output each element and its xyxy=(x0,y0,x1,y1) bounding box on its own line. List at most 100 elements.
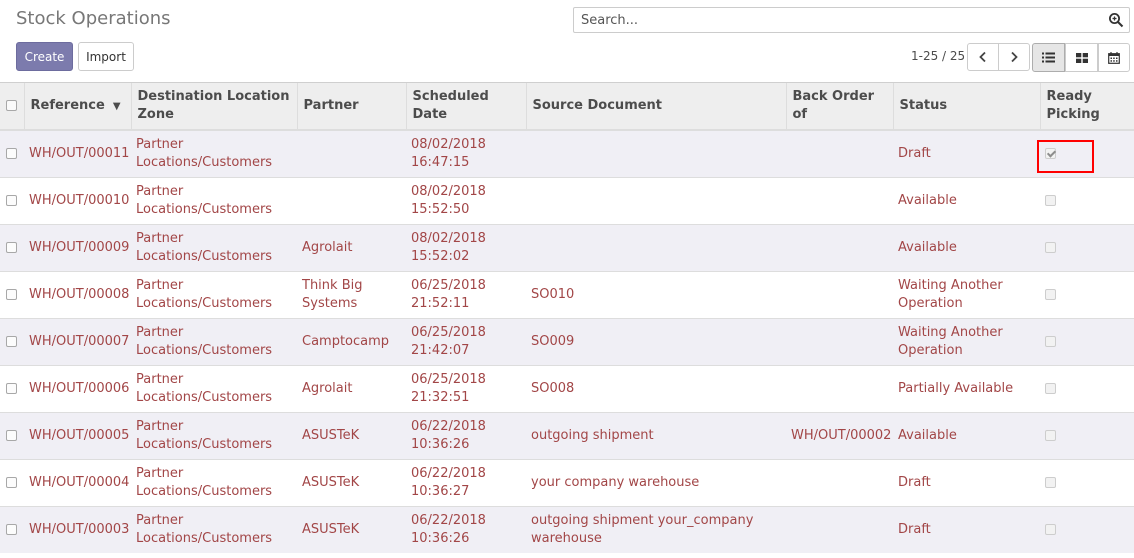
back-order-cell xyxy=(786,176,893,224)
partner-cell xyxy=(297,129,406,177)
scheduled-date-cell: 06/22/2018 10:36:26 xyxy=(406,411,526,459)
row-select-cell xyxy=(0,364,24,412)
scheduled-date-cell: 06/22/2018 10:36:27 xyxy=(406,458,526,506)
table-row[interactable]: WH/OUT/00004 Partner Locations/Customers… xyxy=(0,458,1134,506)
row-checkbox[interactable] xyxy=(6,523,17,535)
row-select-cell xyxy=(0,458,24,506)
table-row[interactable]: WH/OUT/00011 Partner Locations/Customers… xyxy=(0,129,1134,177)
column-header-reference[interactable]: Reference ▼ xyxy=(23,83,131,131)
ready-picking-cell xyxy=(1040,270,1134,318)
kanban-view-icon xyxy=(1075,52,1088,63)
table-row[interactable]: WH/OUT/00006 Partner Locations/Customers… xyxy=(0,364,1134,412)
select-all-checkbox[interactable] xyxy=(6,100,17,111)
reference-cell: WH/OUT/00003 xyxy=(24,505,131,553)
source-document-cell: outgoing shipment xyxy=(526,411,786,459)
reference-cell: WH/OUT/00010 xyxy=(24,176,131,224)
destination-cell: Partner Locations/Customers xyxy=(131,458,297,506)
partner-cell: Agrolait xyxy=(297,364,406,412)
chevron-left-icon xyxy=(979,51,986,63)
scheduled-date-cell: 08/02/2018 15:52:02 xyxy=(406,223,526,271)
source-document-cell: SO008 xyxy=(526,364,786,412)
row-select-cell xyxy=(0,129,24,177)
source-document-cell xyxy=(526,129,786,177)
back-order-cell xyxy=(786,364,893,412)
table-row[interactable]: WH/OUT/00003 Partner Locations/Customers… xyxy=(0,505,1134,553)
row-checkbox[interactable] xyxy=(6,476,17,488)
row-select-cell xyxy=(0,411,24,459)
destination-cell: Partner Locations/Customers xyxy=(131,176,297,224)
partner-cell: ASUSTeK xyxy=(297,458,406,506)
source-document-cell: SO010 xyxy=(526,270,786,318)
pager-value[interactable]: 1-25 / 25 xyxy=(911,49,965,63)
row-checkbox[interactable] xyxy=(6,288,17,300)
status-cell: Available xyxy=(893,223,1040,271)
destination-cell: Partner Locations/Customers xyxy=(131,364,297,412)
ready-picking-checkbox xyxy=(1045,476,1056,488)
control-panel: Stock Operations Create Import 1-25 / 25 xyxy=(0,0,1134,82)
calendar-view-button[interactable] xyxy=(1098,43,1130,72)
reference-cell: WH/OUT/00008 xyxy=(24,270,131,318)
partner-cell: ASUSTeK xyxy=(297,411,406,459)
pager-previous-button[interactable] xyxy=(967,43,999,71)
reference-cell: WH/OUT/00005 xyxy=(24,411,131,459)
kanban-view-button[interactable] xyxy=(1065,43,1098,72)
scheduled-date-cell: 06/25/2018 21:52:11 xyxy=(406,270,526,318)
row-select-cell xyxy=(0,270,24,318)
table-row[interactable]: WH/OUT/00009 Partner Locations/Customers… xyxy=(0,223,1134,271)
row-checkbox[interactable] xyxy=(6,429,17,441)
column-header-scheduled-date[interactable]: Scheduled Date xyxy=(405,83,526,131)
table-row[interactable]: WH/OUT/00005 Partner Locations/Customers… xyxy=(0,411,1134,459)
import-button[interactable]: Import xyxy=(78,42,134,71)
status-cell: Available xyxy=(893,176,1040,224)
highlight-annotation xyxy=(1037,140,1094,173)
source-document-cell: SO009 xyxy=(526,317,786,365)
ready-picking-cell xyxy=(1040,364,1134,412)
column-header-ready-picking[interactable]: Ready Picking xyxy=(1039,83,1134,131)
table-row[interactable]: WH/OUT/00010 Partner Locations/Customers… xyxy=(0,176,1134,224)
search-input[interactable] xyxy=(579,12,1103,29)
source-document-cell xyxy=(526,223,786,271)
table-row[interactable]: WH/OUT/00008 Partner Locations/Customers… xyxy=(0,270,1134,318)
stock-operations-table: Reference ▼ Destination Location Zone Par… xyxy=(0,83,1134,553)
row-checkbox[interactable] xyxy=(6,147,17,159)
page-title: Stock Operations xyxy=(16,8,171,29)
search-box[interactable] xyxy=(573,7,1130,33)
status-cell: Waiting Another Operation xyxy=(893,317,1040,365)
column-header-destination[interactable]: Destination Location Zone xyxy=(130,83,297,131)
destination-cell: Partner Locations/Customers xyxy=(131,270,297,318)
create-button[interactable]: Create xyxy=(16,42,73,71)
back-order-cell xyxy=(786,129,893,177)
row-select-cell xyxy=(0,223,24,271)
calendar-view-icon xyxy=(1108,51,1120,64)
destination-cell: Partner Locations/Customers xyxy=(131,317,297,365)
table-row[interactable]: WH/OUT/00007 Partner Locations/Customers… xyxy=(0,317,1134,365)
ready-picking-checkbox xyxy=(1045,429,1056,441)
pager-next-button[interactable] xyxy=(998,43,1030,71)
table-body: WH/OUT/00011 Partner Locations/Customers… xyxy=(0,129,1134,553)
list-view-icon xyxy=(1042,52,1055,63)
column-header-source-document[interactable]: Source Document xyxy=(525,83,786,131)
ready-picking-cell xyxy=(1040,176,1134,224)
column-header-partner[interactable]: Partner xyxy=(296,83,406,131)
column-header-back-order[interactable]: Back Order of xyxy=(785,83,893,131)
ready-picking-cell xyxy=(1040,505,1134,553)
status-cell: Available xyxy=(893,411,1040,459)
search-icon[interactable] xyxy=(1108,12,1124,28)
ready-picking-checkbox xyxy=(1045,335,1056,347)
back-order-cell: WH/OUT/00002 xyxy=(786,411,893,459)
row-checkbox[interactable] xyxy=(6,194,17,206)
row-checkbox[interactable] xyxy=(6,335,17,347)
destination-cell: Partner Locations/Customers xyxy=(131,223,297,271)
status-cell: Draft xyxy=(893,458,1040,506)
destination-cell: Partner Locations/Customers xyxy=(131,505,297,553)
row-checkbox[interactable] xyxy=(6,382,17,394)
list-view-button[interactable] xyxy=(1032,43,1065,72)
scheduled-date-cell: 08/02/2018 16:47:15 xyxy=(406,129,526,177)
destination-cell: Partner Locations/Customers xyxy=(131,129,297,177)
chevron-right-icon xyxy=(1011,51,1018,63)
column-header-status[interactable]: Status xyxy=(892,83,1040,131)
ready-picking-checkbox xyxy=(1045,194,1056,206)
partner-cell: Camptocamp xyxy=(297,317,406,365)
row-checkbox[interactable] xyxy=(6,241,17,253)
destination-cell: Partner Locations/Customers xyxy=(131,411,297,459)
